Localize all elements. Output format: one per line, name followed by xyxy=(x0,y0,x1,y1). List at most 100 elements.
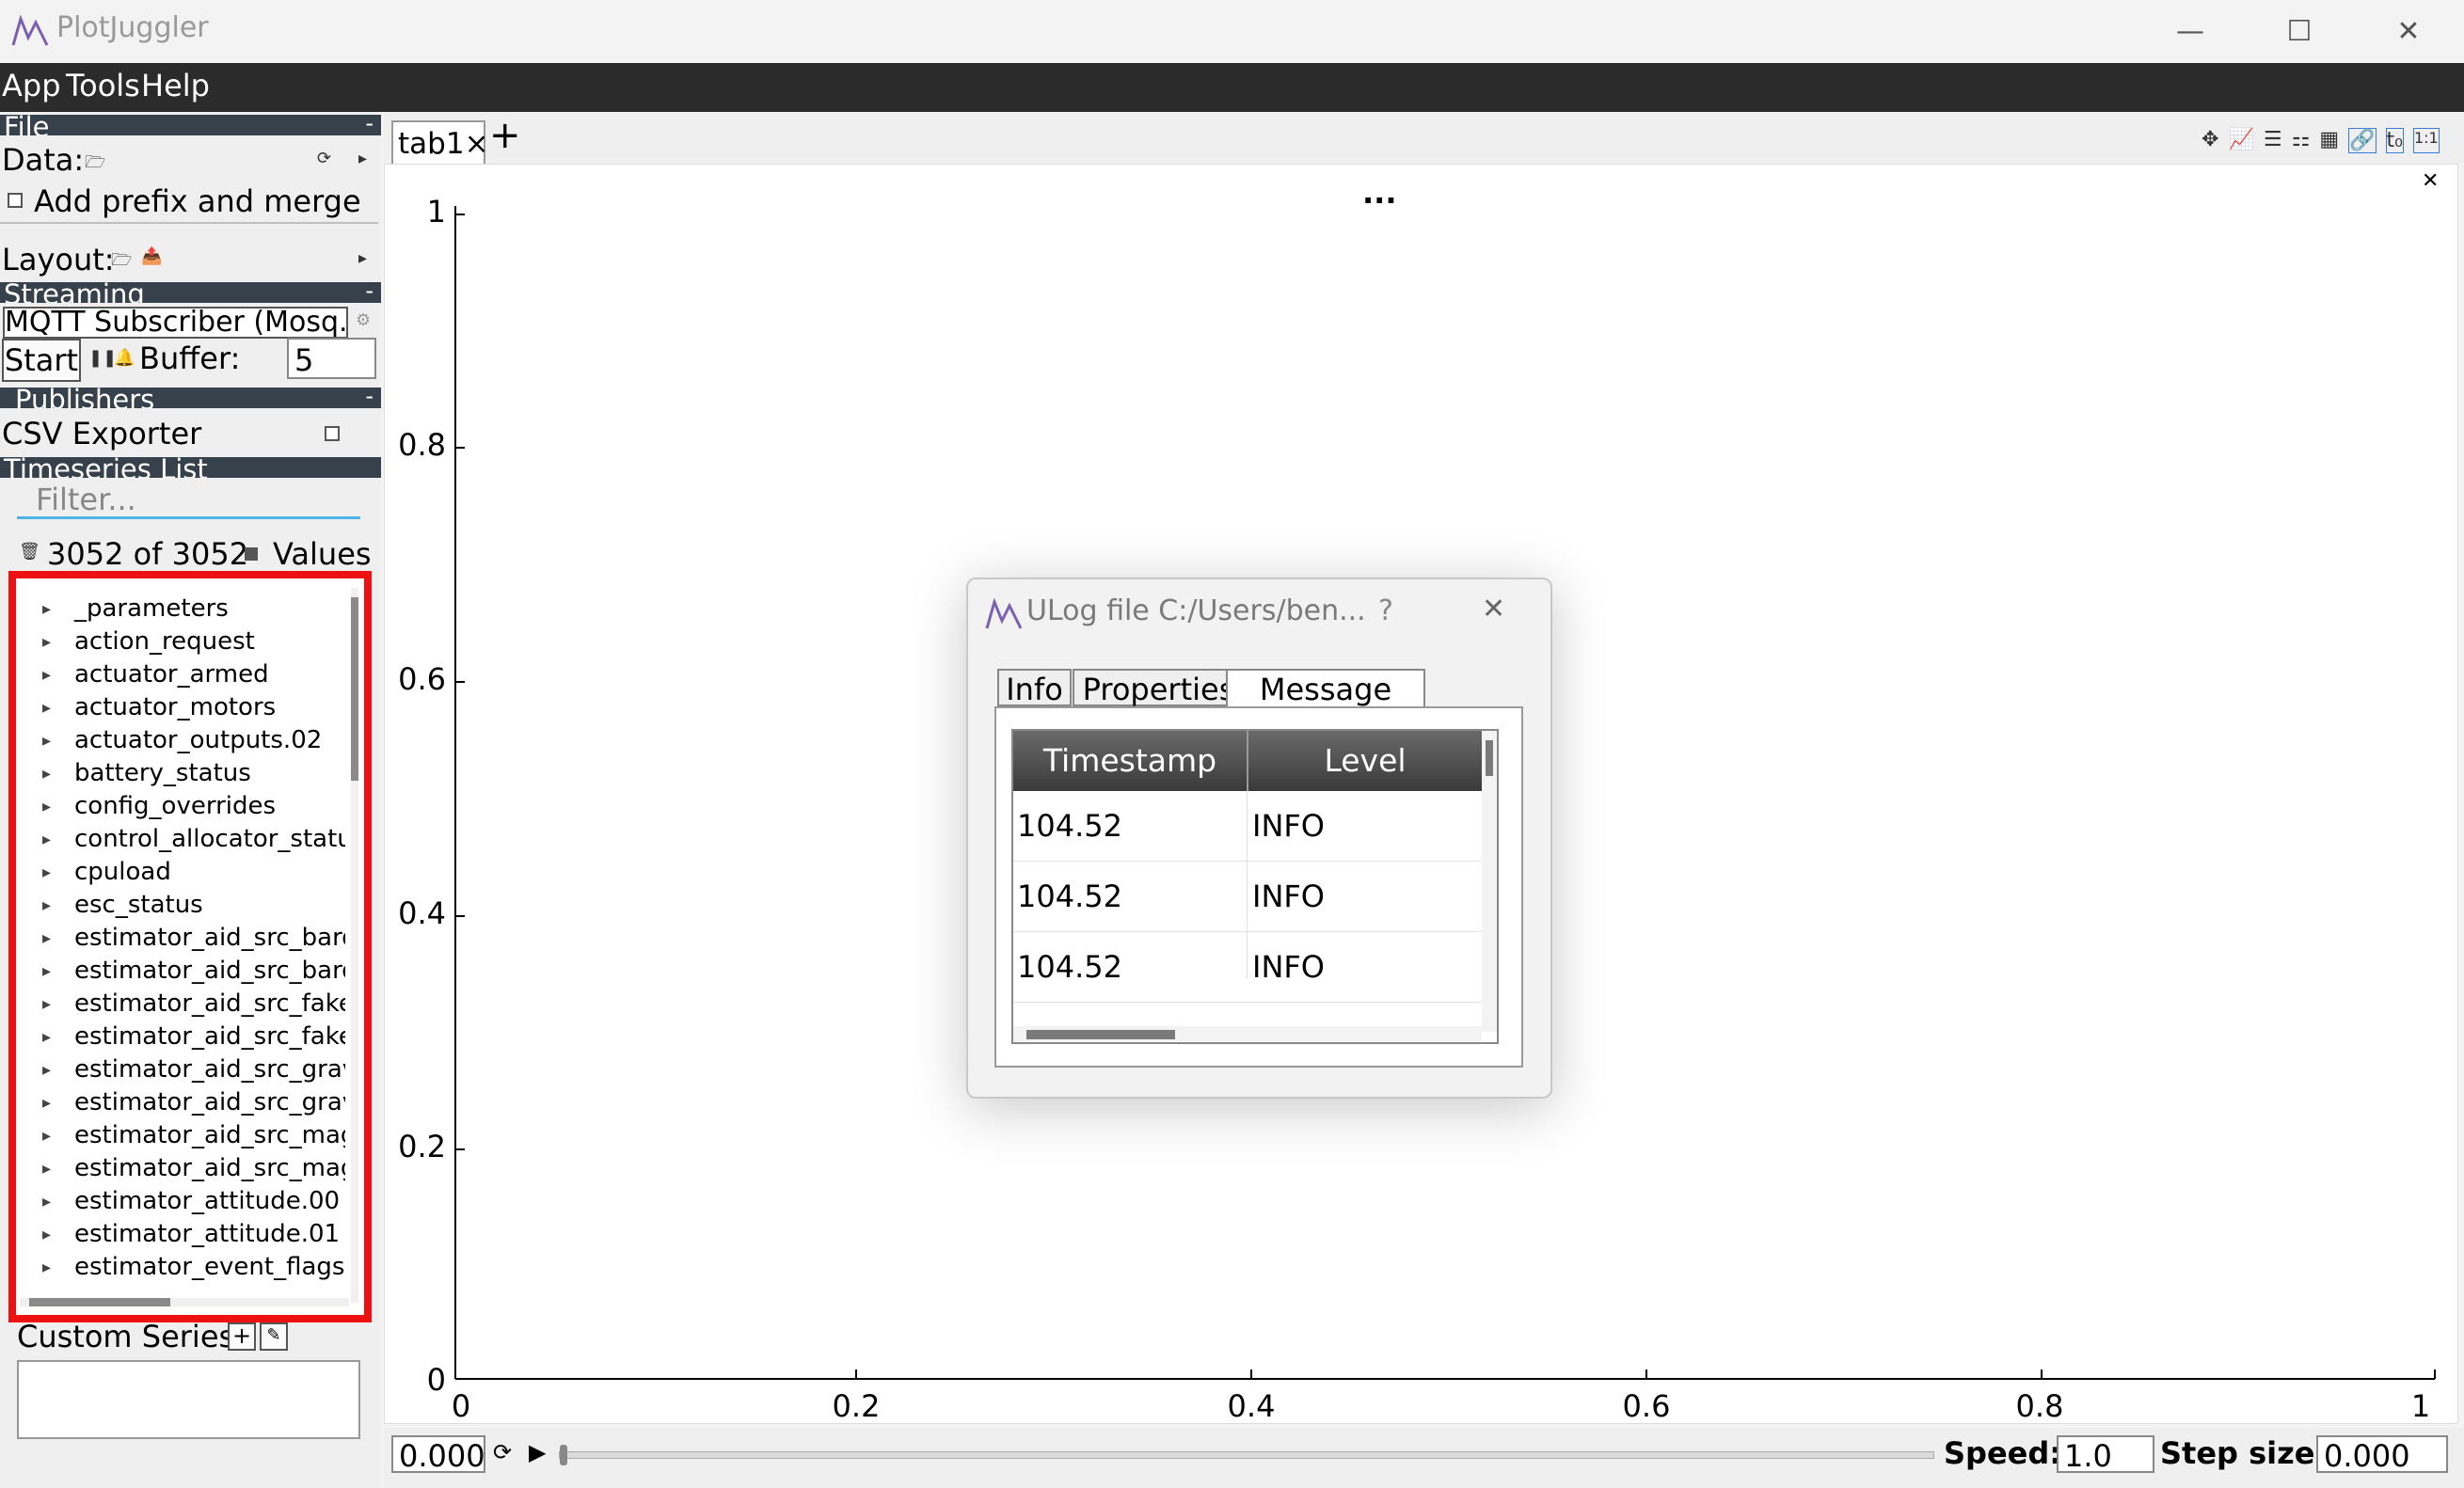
expand-arrow-icon[interactable]: ▸ xyxy=(42,593,51,625)
horizontal-scrollbar[interactable] xyxy=(1013,1026,1482,1041)
section-timeseries[interactable]: Timeseries List xyxy=(0,457,381,478)
menu-tools[interactable]: Tools xyxy=(66,68,140,103)
play-icon[interactable]: ▶ xyxy=(529,1439,546,1465)
list-item[interactable]: ▸ estimator_event_flags.00 xyxy=(16,1251,345,1284)
list-item[interactable]: ▸ _parameters xyxy=(16,593,345,625)
filter-input[interactable]: Filter... xyxy=(17,480,360,519)
vertical-scrollbar[interactable] xyxy=(1482,731,1497,1032)
trash-icon[interactable]: 🗑 xyxy=(19,542,40,562)
list-item[interactable]: ▸ actuator_armed xyxy=(16,658,345,691)
expand-arrow-icon[interactable]: ▸ xyxy=(42,691,51,724)
tab-tab1[interactable]: tab1× xyxy=(391,120,489,164)
expand-arrow-icon[interactable]: ▸ xyxy=(42,988,51,1021)
settings-icon[interactable]: ⚙ xyxy=(356,310,371,330)
menu-help[interactable]: Help xyxy=(141,68,210,103)
expand-arrow-icon[interactable]: ▸ xyxy=(42,823,51,856)
load-layout-icon[interactable]: 🗁 xyxy=(111,248,132,277)
custom-series-list[interactable] xyxy=(17,1360,360,1439)
column-header-level[interactable]: Level xyxy=(1248,731,1482,791)
list-icon[interactable]: ☰ xyxy=(2264,128,2282,153)
list-item[interactable]: ▸ action_request xyxy=(16,625,345,658)
expand-arrow-icon[interactable]: ▸ xyxy=(42,1185,51,1218)
scrollbar-thumb[interactable] xyxy=(1486,740,1493,776)
list-item[interactable]: ▸ estimator_aid_src_baro_ xyxy=(16,955,345,988)
expand-arrow-icon[interactable]: ▸ xyxy=(42,889,51,922)
time-slider[interactable] xyxy=(559,1445,1934,1465)
loop-icon[interactable]: ⟳ xyxy=(493,1439,512,1465)
start-button[interactable]: Start xyxy=(2,339,81,382)
link-icon[interactable]: 🔗 xyxy=(2348,128,2377,153)
add-tab-icon[interactable]: + xyxy=(489,117,521,154)
expand-arrow-icon[interactable]: ▸ xyxy=(42,658,51,691)
tab-message-logs[interactable]: Message Logs xyxy=(1226,669,1425,745)
expand-arrow-icon[interactable]: ▸ xyxy=(42,1119,51,1152)
step-size-spinbox[interactable]: 0.000 xyxy=(2316,1435,2448,1474)
vertical-scrollbar[interactable] xyxy=(351,588,358,1303)
ratio-icon[interactable]: 1:1 xyxy=(2412,128,2440,153)
speed-spinbox[interactable]: 1.0 xyxy=(2057,1435,2154,1474)
bell-icon[interactable]: 🔔 xyxy=(114,348,135,368)
csv-exporter-checkbox[interactable] xyxy=(325,426,340,441)
close-icon[interactable]: ✕ xyxy=(2354,0,2463,63)
expand-arrow-icon[interactable]: ▸ xyxy=(42,625,51,658)
expand-arrow-icon[interactable]: ▸ xyxy=(42,1251,51,1284)
expand-arrow-icon[interactable]: ▸ xyxy=(358,248,367,268)
expand-arrow-icon[interactable]: ▸ xyxy=(358,149,367,168)
list-item[interactable]: ▸ estimator_attitude.01 xyxy=(16,1218,345,1251)
scrollbar-thumb[interactable] xyxy=(351,597,358,781)
pause-icon[interactable]: ❚❚ xyxy=(88,348,117,368)
list-item[interactable]: ▸ battery_status xyxy=(16,757,345,790)
chart-icon[interactable]: 📈 xyxy=(2228,128,2253,153)
list-item[interactable]: ▸ estimator_aid_src_mag.0 xyxy=(16,1152,345,1185)
save-layout-icon[interactable]: 📤 xyxy=(141,246,162,266)
expand-arrow-icon[interactable]: ▸ xyxy=(42,856,51,889)
edit-icon[interactable]: ✎ xyxy=(260,1322,288,1351)
list-item[interactable]: ▸ estimator_aid_src_baro_ xyxy=(16,922,345,955)
help-icon[interactable]: ? xyxy=(1378,594,1393,627)
expand-arrow-icon[interactable]: ▸ xyxy=(42,757,51,790)
expand-arrow-icon[interactable]: ▸ xyxy=(42,1218,51,1251)
collapse-icon[interactable]: - xyxy=(365,115,374,135)
buffer-spinbox[interactable]: 5 xyxy=(287,338,376,379)
prefix-checkbox[interactable] xyxy=(8,193,23,208)
values-checkbox[interactable] xyxy=(245,547,258,561)
time-offset-icon[interactable]: t₀ xyxy=(2385,128,2404,153)
tab-properties[interactable]: Properties xyxy=(1073,669,1245,707)
timeseries-tree[interactable]: ▸ _parameters ▸ action_request ▸ actuator_a… xyxy=(8,571,372,1322)
section-file[interactable]: File - xyxy=(0,115,381,135)
time-field[interactable]: 0.000 xyxy=(391,1435,485,1474)
expand-arrow-icon[interactable]: ▸ xyxy=(42,790,51,823)
expand-arrow-icon[interactable]: ▸ xyxy=(42,724,51,757)
streaming-source-select[interactable]: MQTT Subscriber (Mosq... xyxy=(3,307,348,339)
tab-close-icon[interactable]: × xyxy=(465,127,489,161)
menu-app[interactable]: App xyxy=(2,68,61,103)
close-icon[interactable]: ✕ xyxy=(1482,593,1505,625)
section-streaming[interactable]: Streaming - xyxy=(0,282,381,303)
column-header-timestamp[interactable]: Timestamp xyxy=(1013,731,1248,791)
collapse-icon[interactable]: - xyxy=(365,282,374,302)
expand-arrow-icon[interactable]: ▸ xyxy=(42,922,51,955)
grid-icon[interactable]: ▦ xyxy=(2319,128,2339,153)
list-item[interactable]: ▸ estimator_aid_src_gravit xyxy=(16,1086,345,1119)
expand-arrow-icon[interactable]: ▸ xyxy=(42,1053,51,1086)
list-item[interactable]: ▸ estimator_aid_src_mag.0 xyxy=(16,1119,345,1152)
list-item[interactable]: ▸ esc_status xyxy=(16,889,345,922)
tab-info[interactable]: Info xyxy=(997,669,1072,707)
list-item[interactable]: ▸ estimator_aid_src_fake_p xyxy=(16,988,345,1021)
message-log-table[interactable]: Timestamp Level 104.52 INFO 104.52 INFO … xyxy=(1011,729,1499,1044)
list-item[interactable]: ▸ actuator_motors xyxy=(16,691,345,724)
horizontal-scrollbar[interactable] xyxy=(20,1298,349,1306)
expand-arrow-icon[interactable]: ▸ xyxy=(42,1021,51,1053)
filter-icon[interactable]: ⚏ xyxy=(2292,128,2311,153)
expand-arrow-icon[interactable]: ▸ xyxy=(42,955,51,988)
maximize-icon[interactable]: ☐ xyxy=(2245,0,2354,63)
list-item[interactable]: ▸ estimator_aid_src_gravit xyxy=(16,1053,345,1086)
list-item[interactable]: ▸ estimator_aid_src_fake_p xyxy=(16,1021,345,1053)
scrollbar-thumb[interactable] xyxy=(1026,1030,1175,1039)
expand-arrow-icon[interactable]: ▸ xyxy=(42,1086,51,1119)
scrollbar-thumb[interactable] xyxy=(29,1298,170,1306)
list-item[interactable]: ▸ actuator_outputs.02 xyxy=(16,724,345,757)
add-custom-series-icon[interactable]: + xyxy=(228,1322,256,1351)
list-item[interactable]: ▸ config_overrides xyxy=(16,790,345,823)
list-item[interactable]: ▸ cpuload xyxy=(16,856,345,889)
